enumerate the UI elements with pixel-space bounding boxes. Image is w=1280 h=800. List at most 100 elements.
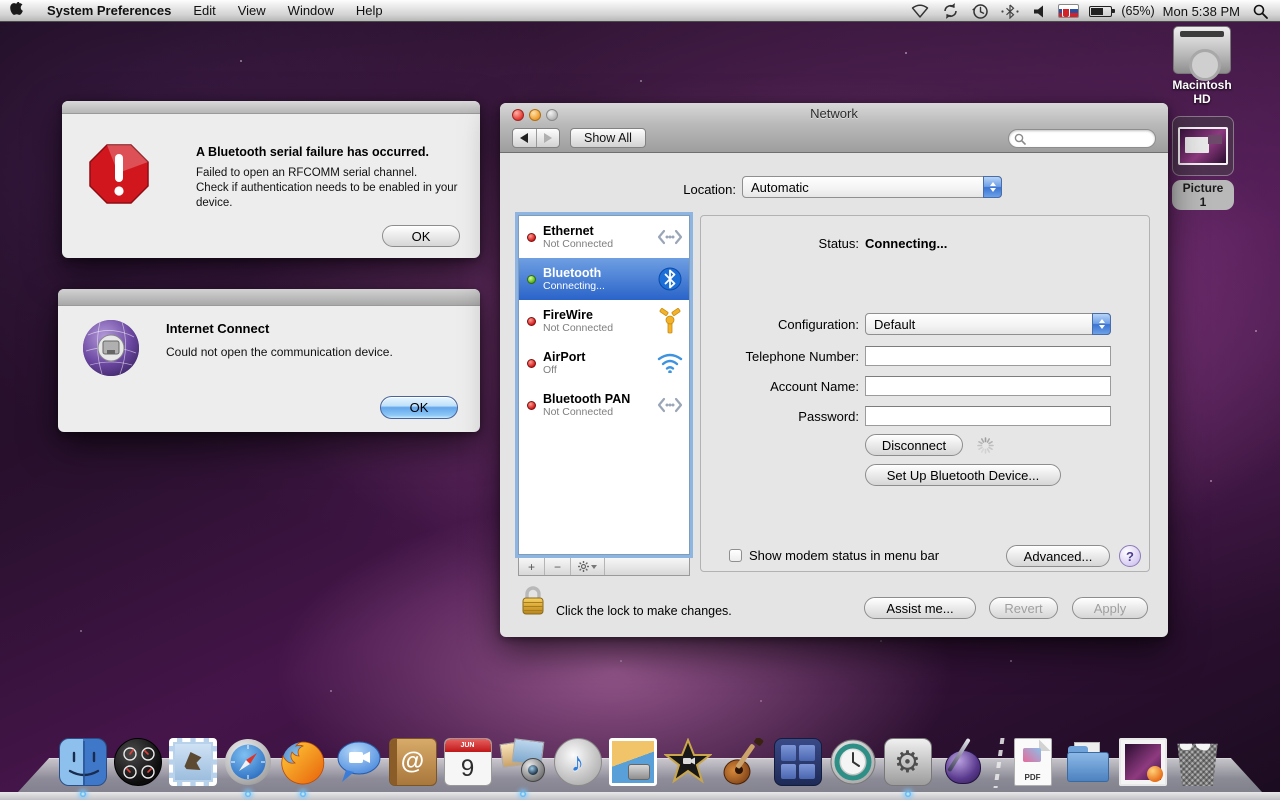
lock-icon[interactable] [520,585,546,622]
dialog-body-line2: Check if authentication needs to be enab… [196,182,458,209]
advanced-button[interactable]: Advanced... [1006,545,1110,567]
window-titlebar[interactable]: Network Show All [500,103,1168,153]
dock-item-firefox[interactable] [278,736,328,788]
progress-spinner-icon [977,437,994,459]
dock-front-edge [0,792,1280,800]
popup-stepper-icon [983,176,1002,198]
back-button[interactable] [513,129,537,147]
dock-item-web-page[interactable] [1118,736,1168,788]
sync-icon[interactable] [938,0,962,22]
dock-item-address-book[interactable]: @ [388,736,438,788]
trash-icon [1174,738,1222,786]
dock-item-mail[interactable] [168,736,218,788]
menu-edit[interactable]: Edit [183,0,225,22]
dock-item-photo-booth[interactable] [498,736,548,788]
search-field[interactable] [1008,129,1156,148]
menu-help[interactable]: Help [346,0,393,22]
service-row-bluetooth-pan[interactable]: Bluetooth PAN Not Connected [519,384,689,426]
input-language-flag-icon[interactable] [1058,4,1079,18]
ethernet-icon [657,224,683,250]
network-window: Network Show All Location: Automatic [500,103,1168,637]
dock-item-ichat[interactable] [333,736,383,788]
account-name-field[interactable] [865,376,1111,396]
dock-item-ink[interactable] [938,736,988,788]
folder-icon [1064,738,1112,786]
volume-icon[interactable] [1028,0,1052,22]
dock-item-pdf-document[interactable]: PDF [1008,736,1058,788]
firewire-icon [657,308,683,334]
wifi-off-icon[interactable] [908,0,932,22]
telephone-number-field[interactable] [865,346,1111,366]
ical-icon: JUN9 [444,738,492,786]
apple-menu[interactable] [0,0,35,22]
menu-view[interactable]: View [228,0,276,22]
help-button[interactable]: ? [1119,545,1141,567]
time-machine-icon[interactable] [968,0,992,22]
bluetooth-status-icon[interactable] [998,0,1022,22]
dock-item-time-machine[interactable] [828,736,878,788]
service-row-bluetooth[interactable]: Bluetooth Connecting... [519,258,689,300]
dock-item-dashboard[interactable] [113,736,163,788]
mail-icon [169,738,217,786]
pdf-document-icon: PDF [1014,738,1052,786]
configuration-popup[interactable]: Default [865,313,1111,335]
location-label: Location: [500,182,736,197]
screenshot-thumbnail-icon [1178,127,1228,165]
set-up-bluetooth-device-button[interactable]: Set Up Bluetooth Device... [865,464,1061,486]
service-row-firewire[interactable]: FireWire Not Connected [519,300,689,342]
desktop-icon-label: Picture 1 [1172,180,1234,210]
dock-item-spaces[interactable] [773,736,823,788]
show-all-button[interactable]: Show All [570,128,646,148]
menu-clock[interactable]: Mon 5:38 PM [1161,4,1242,19]
running-indicator [300,791,306,797]
forward-button[interactable] [537,129,560,147]
ok-button[interactable]: OK [380,396,458,419]
battery-icon[interactable] [1085,0,1115,22]
lock-hint-text: Click the lock to make changes. [556,604,732,622]
dock-item-garageband[interactable] [718,736,768,788]
dock-item-safari[interactable] [223,736,273,788]
apply-button[interactable]: Apply [1072,597,1148,619]
garageband-icon [719,738,767,786]
show-modem-status-checkbox[interactable] [729,549,742,562]
service-row-airport[interactable]: AirPort Off [519,342,689,384]
password-field[interactable] [865,406,1111,426]
spotlight-icon[interactable] [1248,0,1272,22]
dock-item-documents-folder[interactable] [1063,736,1113,788]
configuration-value: Default [874,317,915,332]
search-icon [1014,133,1026,145]
disconnect-button[interactable]: Disconnect [865,434,963,456]
photo-booth-icon [499,738,547,786]
caret-down-icon [591,565,597,569]
revert-button[interactable]: Revert [989,597,1058,619]
dock-item-iphoto[interactable] [608,736,658,788]
status-dot-red-icon [527,401,536,410]
menu-app-name[interactable]: System Preferences [37,0,181,22]
account-name-label: Account Name: [701,379,859,394]
iphoto-icon [609,738,657,786]
time-machine-dock-icon [829,738,877,786]
dock-item-imovie[interactable] [663,736,713,788]
menu-window[interactable]: Window [278,0,344,22]
desktop-icon-picture-1[interactable]: Picture 1 [1172,116,1234,211]
add-service-button[interactable]: + [519,558,545,575]
dock-item-itunes[interactable]: ♪ [553,736,603,788]
assist-me-button[interactable]: Assist me... [864,597,976,619]
dock-item-trash[interactable] [1173,736,1223,788]
firefox-badge-icon [1147,766,1163,782]
desktop-icon-macintosh-hd[interactable]: Macintosh HD [1168,26,1236,106]
dialog-title: Internet Connect [166,321,466,336]
dialog-titlebar[interactable] [58,289,480,306]
dock-item-system-preferences[interactable]: ⚙ [883,736,933,788]
dock-item-ical[interactable]: JUN9 [443,736,493,788]
dialog-titlebar[interactable] [62,101,480,114]
service-status: Off [543,364,657,376]
remove-service-button[interactable]: − [545,558,571,575]
service-action-button[interactable] [571,558,605,575]
service-row-ethernet[interactable]: Ethernet Not Connected [519,216,689,258]
dock-item-finder[interactable] [58,736,108,788]
ok-button[interactable]: OK [382,225,460,247]
location-popup[interactable]: Automatic [742,176,1002,198]
desktop-icon-label: Macintosh HD [1168,78,1236,106]
service-list-toolbar: + − [518,558,690,576]
